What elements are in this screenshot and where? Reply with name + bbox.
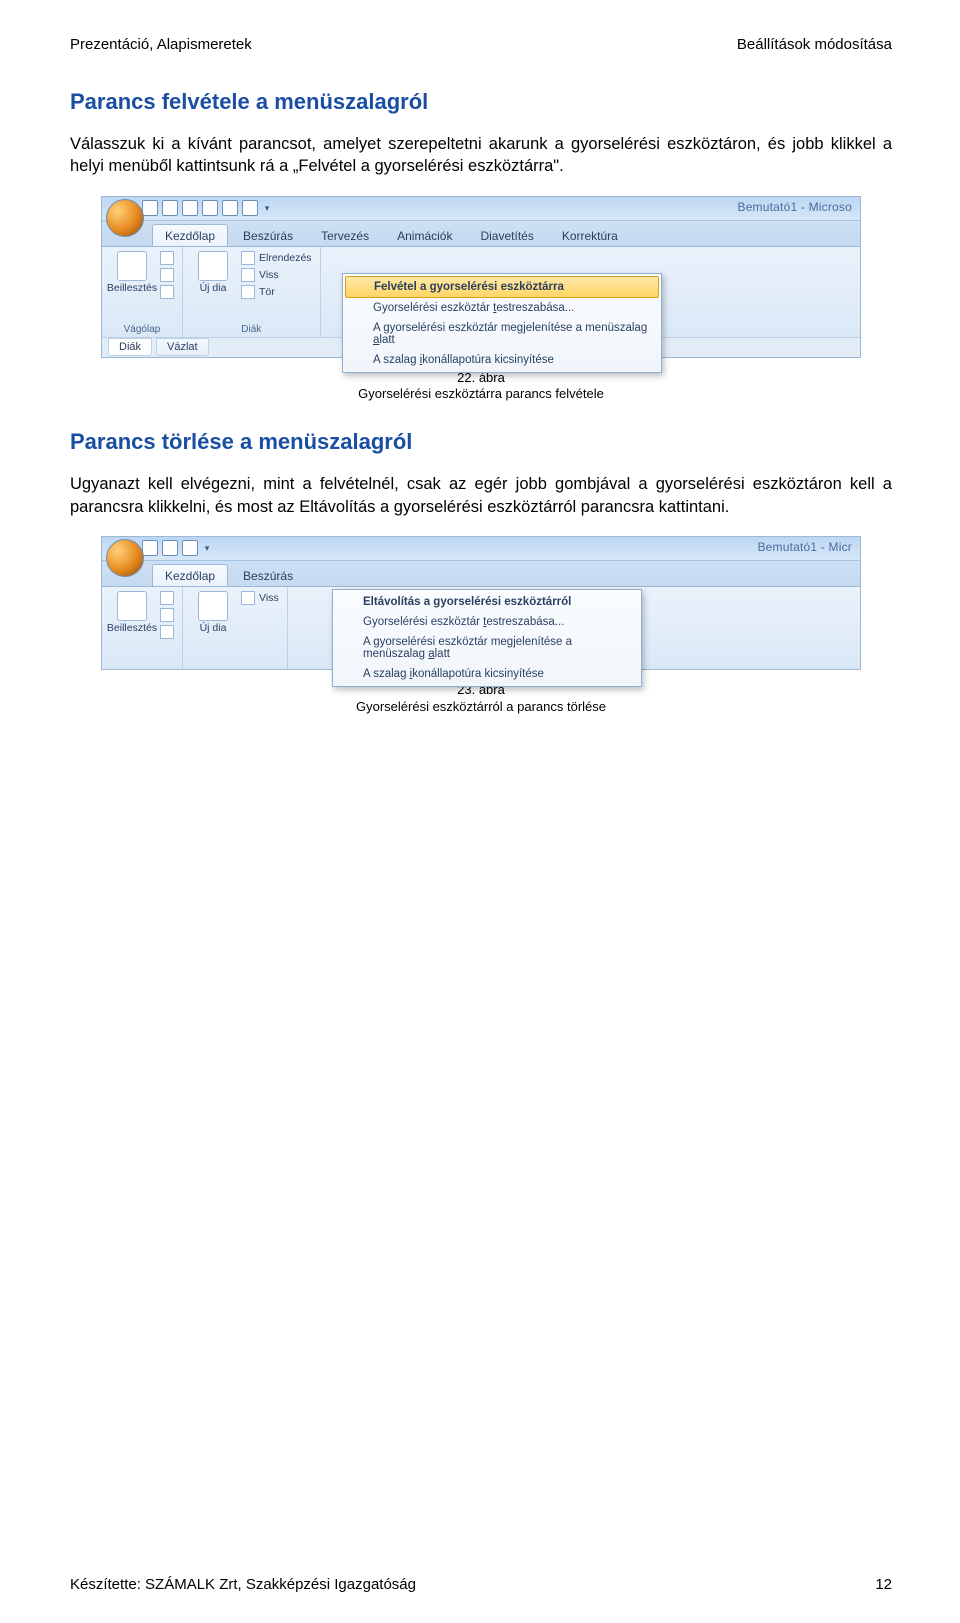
- layout-button[interactable]: Elrendezés: [241, 251, 312, 265]
- cut-icon[interactable]: [160, 251, 174, 265]
- ribbon-tabs-2: Kezdőlap Beszúrás: [102, 561, 860, 587]
- header-left: Prezentáció, Alapismeretek: [70, 36, 252, 53]
- new-slide-icon: [198, 591, 228, 621]
- cm-customize-qat[interactable]: Gyorselérési eszköztár testreszabása...: [345, 298, 659, 318]
- clipboard-group-label: Vágólap: [110, 322, 174, 335]
- cm-show-below-ribbon[interactable]: A gyorselérési eszköztár megjelenítése a…: [335, 632, 639, 664]
- ribbon-body: Beillesztés Vágólap Új dia Elrendezés Vi…: [102, 247, 860, 337]
- qat-redo-icon[interactable]: [182, 200, 198, 216]
- tab-home[interactable]: Kezdőlap: [152, 564, 228, 586]
- context-menu-1: Felvétel a gyorselérési eszköztárra Gyor…: [342, 273, 662, 373]
- slides-group-label: [191, 654, 279, 667]
- group-clipboard-2: Beillesztés: [102, 587, 183, 669]
- screenshot-ribbon-2: ▾ Bemutató1 - Micr Kezdőlap Beszúrás Bei…: [101, 536, 861, 670]
- reset-button[interactable]: Viss: [241, 268, 312, 282]
- clipboard-group-label: [110, 654, 174, 667]
- reset-icon: [241, 591, 255, 605]
- format-painter-icon[interactable]: [160, 285, 174, 299]
- caption-1: 22. ábra Gyorselérési eszköztárra paranc…: [70, 370, 892, 404]
- caption-2: 23. ábra Gyorselérési eszköztárról a par…: [70, 682, 892, 716]
- titlebar: ▾ Bemutató1 - Microso: [102, 197, 860, 221]
- layout-icon: [241, 251, 255, 265]
- section2-title: Parancs törlése a menüszalagról: [70, 429, 892, 455]
- context-menu-2: Eltávolítás a gyorselérési eszköztárról …: [332, 589, 642, 687]
- qat-redo-icon[interactable]: [182, 540, 198, 556]
- clipboard-mini: [160, 251, 174, 299]
- delete-icon: [241, 285, 255, 299]
- paste-label: Beillesztés: [107, 623, 157, 634]
- window-title-2: Bemutató1 - Micr: [757, 540, 852, 554]
- qat-undo-icon[interactable]: [162, 540, 178, 556]
- tab-insert[interactable]: Beszúrás: [230, 564, 306, 586]
- group-clipboard: Beillesztés Vágólap: [102, 247, 183, 337]
- paste-icon: [117, 591, 147, 621]
- cm-show-below-ribbon[interactable]: A gyorselérési eszköztár megjelenítése a…: [345, 318, 659, 350]
- caption2-text: Gyorselérési eszköztárról a parancs törl…: [356, 699, 606, 714]
- tab-animations[interactable]: Animációk: [384, 224, 465, 246]
- reset-icon: [241, 268, 255, 282]
- section1-title: Parancs felvétele a menüszalagról: [70, 89, 892, 115]
- slides-group-label: Diák: [191, 322, 312, 335]
- group-slides-2: Új dia Viss: [183, 587, 288, 669]
- ribbon-tabs: Kezdőlap Beszúrás Tervezés Animációk Dia…: [102, 221, 860, 247]
- office-button-icon[interactable]: [106, 199, 144, 237]
- titlebar-2: ▾ Bemutató1 - Micr: [102, 537, 860, 561]
- delete-label: Tör: [259, 286, 275, 298]
- footer-page: 12: [875, 1576, 892, 1593]
- office-button-icon[interactable]: [106, 539, 144, 577]
- reset-label: Viss: [259, 269, 279, 281]
- copy-icon[interactable]: [160, 608, 174, 622]
- format-painter-icon[interactable]: [160, 625, 174, 639]
- screenshot-ribbon-1: ▾ Bemutató1 - Microso Kezdőlap Beszúrás …: [101, 196, 861, 358]
- layout-label: Elrendezés: [259, 252, 312, 264]
- paste-button[interactable]: Beillesztés: [110, 591, 154, 639]
- cm-customize-qat[interactable]: Gyorselérési eszköztár testreszabása...: [335, 612, 639, 632]
- qat-spelling-icon[interactable]: [242, 200, 258, 216]
- page-footer: Készítette: SZÁMALK Zrt, Szakképzési Iga…: [70, 1576, 892, 1593]
- paste-button[interactable]: Beillesztés: [110, 251, 154, 299]
- window-title: Bemutató1 - Microso: [737, 200, 852, 214]
- cm-add-to-qat[interactable]: Felvétel a gyorselérési eszköztárra: [345, 276, 659, 298]
- reset-label: Viss: [259, 592, 279, 604]
- cut-icon[interactable]: [160, 591, 174, 605]
- delete-button[interactable]: Tör: [241, 285, 312, 299]
- new-slide-label: Új dia: [200, 283, 227, 294]
- new-slide-button[interactable]: Új dia: [191, 251, 235, 299]
- outline-tab-slides[interactable]: Diák: [108, 338, 152, 356]
- qat-dropdown-icon[interactable]: ▾: [262, 201, 272, 215]
- outline-tab-outline[interactable]: Vázlat: [156, 338, 209, 356]
- tab-insert[interactable]: Beszúrás: [230, 224, 306, 246]
- ribbon-body-2: Beillesztés Új dia Viss: [102, 587, 860, 669]
- cm-minimize-ribbon[interactable]: A szalag ikonállapotúra kicsinyítése: [345, 350, 659, 370]
- qat-dropdown-icon[interactable]: ▾: [202, 541, 212, 555]
- tab-home[interactable]: Kezdőlap: [152, 224, 228, 246]
- caption1-text: Gyorselérési eszköztárra parancs felvéte…: [358, 386, 604, 401]
- paste-label: Beillesztés: [107, 283, 157, 294]
- section1-paragraph: Válasszuk ki a kívánt parancsot, amelyet…: [70, 133, 892, 178]
- cm-remove-from-qat[interactable]: Eltávolítás a gyorselérési eszköztárról: [335, 592, 639, 612]
- page-header: Prezentáció, Alapismeretek Beállítások m…: [70, 36, 892, 53]
- qat-save-icon[interactable]: [142, 200, 158, 216]
- header-right: Beállítások módosítása: [737, 36, 892, 53]
- qat-undo-icon[interactable]: [162, 200, 178, 216]
- new-slide-button[interactable]: Új dia: [191, 591, 235, 634]
- footer-left: Készítette: SZÁMALK Zrt, Szakképzési Iga…: [70, 1576, 416, 1593]
- tab-design[interactable]: Tervezés: [308, 224, 382, 246]
- new-slide-icon: [198, 251, 228, 281]
- new-slide-label: Új dia: [200, 623, 227, 634]
- cm-minimize-ribbon[interactable]: A szalag ikonállapotúra kicsinyítése: [335, 664, 639, 684]
- reset-button[interactable]: Viss: [241, 591, 279, 605]
- tab-slideshow[interactable]: Diavetítés: [467, 224, 546, 246]
- qat-save-icon[interactable]: [142, 540, 158, 556]
- qat-preview-icon[interactable]: [222, 200, 238, 216]
- group-slides: Új dia Elrendezés Viss Tör Diák: [183, 247, 321, 337]
- section2-paragraph: Ugyanazt kell elvégezni, mint a felvétel…: [70, 473, 892, 518]
- qat-print-icon[interactable]: [202, 200, 218, 216]
- copy-icon[interactable]: [160, 268, 174, 282]
- tab-review[interactable]: Korrektúra: [549, 224, 631, 246]
- paste-icon: [117, 251, 147, 281]
